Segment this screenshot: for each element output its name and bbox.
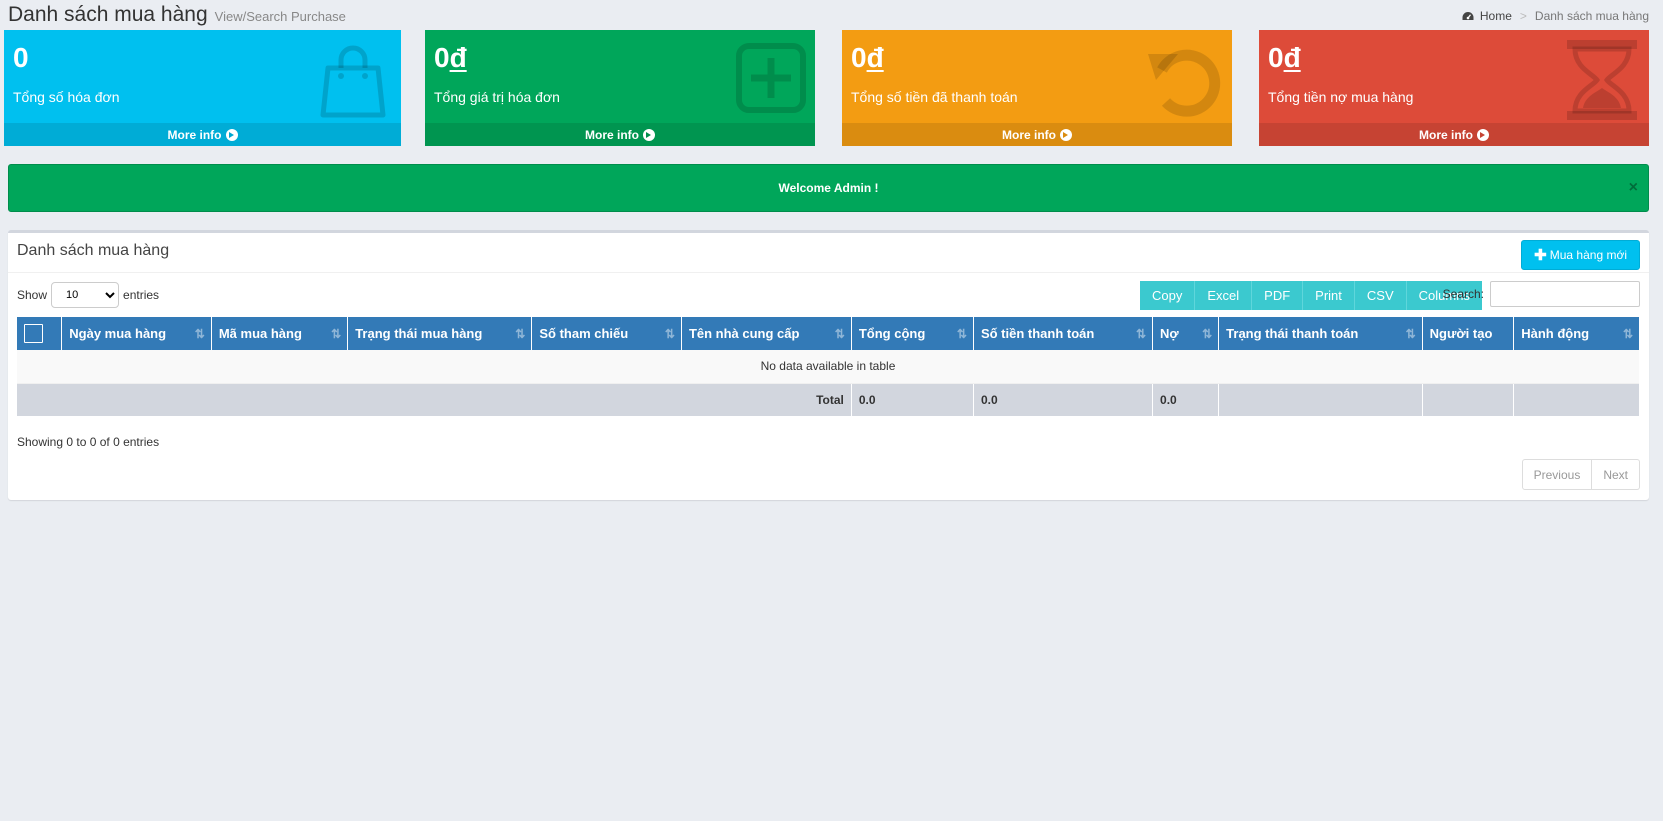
column-header[interactable]: Tên nhà cung cấp ⇅ (681, 317, 852, 350)
breadcrumb: Home > Danh sách mua hàng (1462, 9, 1649, 23)
sort-icon: ⇅ (956, 327, 967, 341)
entries-label: entries (123, 288, 160, 302)
pagination: Previous Next (1521, 459, 1640, 490)
stat-box-paid-amount: 0đ Tổng số tiền đã thanh toán More info (842, 30, 1232, 146)
arrow-circle-right-icon (1477, 128, 1489, 141)
table-row: No data available in table (17, 350, 1639, 384)
search: Search: (1443, 281, 1640, 307)
column-header[interactable]: Hành động ⇅ (1513, 317, 1639, 350)
sort-icon: ⇅ (1135, 327, 1147, 341)
column-header[interactable]: Nợ ⇅ (1152, 317, 1220, 350)
stat-box-invoice-value: 0đ Tổng giá trị hóa đơn More info (425, 30, 815, 146)
show-label: Show (17, 288, 48, 302)
select-all-checkbox[interactable] (24, 324, 43, 343)
sort-icon: ⇅ (1622, 327, 1633, 341)
column-header[interactable]: Số tiền thanh toán ⇅ (973, 317, 1154, 350)
footer-empty-cell (1513, 383, 1639, 416)
hourglass-icon (1567, 40, 1637, 120)
sort-icon: ⇅ (515, 327, 526, 341)
more-info-link[interactable]: More info (1259, 123, 1649, 146)
total-debt: 0.0 (1152, 383, 1220, 416)
breadcrumb-home-link[interactable]: Home (1462, 9, 1512, 23)
alert-message: Welcome Admin ! (778, 181, 879, 195)
sort-icon: ⇅ (1405, 327, 1416, 341)
sort-icon: ⇅ (1202, 327, 1213, 341)
close-icon[interactable]: × (1629, 179, 1638, 197)
table-info: Showing 0 to 0 of 0 entries (17, 435, 160, 449)
page-title: Danh sách mua hàng (8, 3, 208, 26)
page-subtitle: View/Search Purchase (214, 9, 346, 24)
empty-table-message: No data available in table (17, 350, 1639, 384)
show-entries: Show 10 entries (17, 282, 159, 308)
panel-header: Danh sách mua hàng ✚ Mua hàng mới (8, 233, 1649, 273)
column-header[interactable]: Tổng cộng ⇅ (851, 317, 974, 350)
excel-button[interactable]: Excel (1195, 281, 1253, 310)
table-footer-row: Total 0.0 0.0 0.0 (17, 383, 1639, 416)
total-paid: 0.0 (973, 383, 1154, 416)
undo-icon (1148, 49, 1221, 117)
more-info-link[interactable]: More info (842, 123, 1232, 146)
page-header: Danh sách mua hàng View/Search Purchase (8, 3, 346, 29)
entries-select[interactable]: 10 (51, 282, 120, 308)
purchase-table: Ngày mua hàng ⇅ Mã mua hàng ⇅ Trạng thái m… (17, 317, 1639, 416)
column-header[interactable]: Trạng thái mua hàng ⇅ (347, 317, 533, 350)
footer-empty-cell (1422, 383, 1515, 416)
more-info-link[interactable]: More info (425, 123, 815, 146)
new-purchase-label: Mua hàng mới (1549, 248, 1627, 262)
search-input[interactable] (1490, 281, 1640, 307)
arrow-circle-right-icon (1060, 128, 1072, 141)
more-info-link[interactable]: More info (4, 123, 401, 146)
sort-icon: ⇅ (664, 327, 675, 341)
sort-icon: ⇅ (834, 327, 845, 341)
total-amount: 0.0 (851, 383, 974, 416)
csv-button[interactable]: CSV (1354, 281, 1407, 310)
sort-icon: ⇅ (331, 327, 342, 341)
stat-box-invoice-count: 0 Tổng số hóa đơn More info (4, 30, 401, 146)
stat-label: Tổng số tiền đã thanh toán (851, 89, 1018, 105)
footer-empty-cell (1218, 383, 1423, 416)
arrow-circle-right-icon (643, 128, 655, 141)
arrow-circle-right-icon (225, 128, 238, 141)
column-header[interactable]: Mã mua hàng ⇅ (211, 317, 349, 350)
plus-square-icon (736, 43, 806, 113)
column-header[interactable]: Trạng thái thanh toán ⇅ (1218, 317, 1423, 350)
stat-value: 0đ (1268, 42, 1301, 73)
column-header[interactable]: Người tạo (1422, 317, 1515, 350)
stat-value: 0đ (851, 42, 884, 73)
sort-icon: ⇅ (194, 327, 205, 341)
new-purchase-button[interactable]: ✚ Mua hàng mới (1521, 240, 1640, 270)
plus-icon: ✚ (1534, 247, 1547, 264)
breadcrumb-home-label: Home (1479, 9, 1512, 23)
panel-title: Danh sách mua hàng (17, 242, 170, 259)
stat-label: Tổng giá trị hóa đơn (434, 89, 560, 105)
table-header-row: Ngày mua hàng ⇅ Mã mua hàng ⇅ Trạng thái m… (17, 317, 1639, 350)
shopping-bag-icon (320, 45, 386, 118)
stat-value: 0 (13, 42, 29, 73)
stat-label: Tổng số hóa đơn (13, 89, 120, 105)
column-header[interactable]: Số tham chiếu ⇅ (531, 317, 682, 350)
dashboard-icon (1462, 11, 1474, 20)
stat-value: 0đ (434, 42, 467, 73)
breadcrumb-separator: > (1519, 9, 1527, 23)
select-all-header (17, 317, 63, 350)
purchase-list-panel: Danh sách mua hàng ✚ Mua hàng mới Show 1… (8, 230, 1649, 500)
welcome-alert: Welcome Admin ! × (8, 164, 1649, 212)
previous-button[interactable]: Previous (1521, 459, 1593, 490)
total-label: Total (17, 383, 852, 416)
stat-box-debt-amount: 0đ Tổng tiền nợ mua hàng More info (1259, 30, 1649, 146)
print-button[interactable]: Print (1303, 281, 1355, 310)
next-button[interactable]: Next (1592, 459, 1640, 490)
stat-label: Tổng tiền nợ mua hàng (1268, 89, 1414, 105)
export-buttons: Copy Excel PDF Print CSV Columns (1140, 281, 1482, 310)
breadcrumb-current: Danh sách mua hàng (1534, 9, 1649, 23)
search-label: Search: (1442, 287, 1484, 301)
pdf-button[interactable]: PDF (1252, 281, 1304, 310)
copy-button[interactable]: Copy (1140, 281, 1196, 310)
column-header[interactable]: Ngày mua hàng ⇅ (61, 317, 212, 350)
